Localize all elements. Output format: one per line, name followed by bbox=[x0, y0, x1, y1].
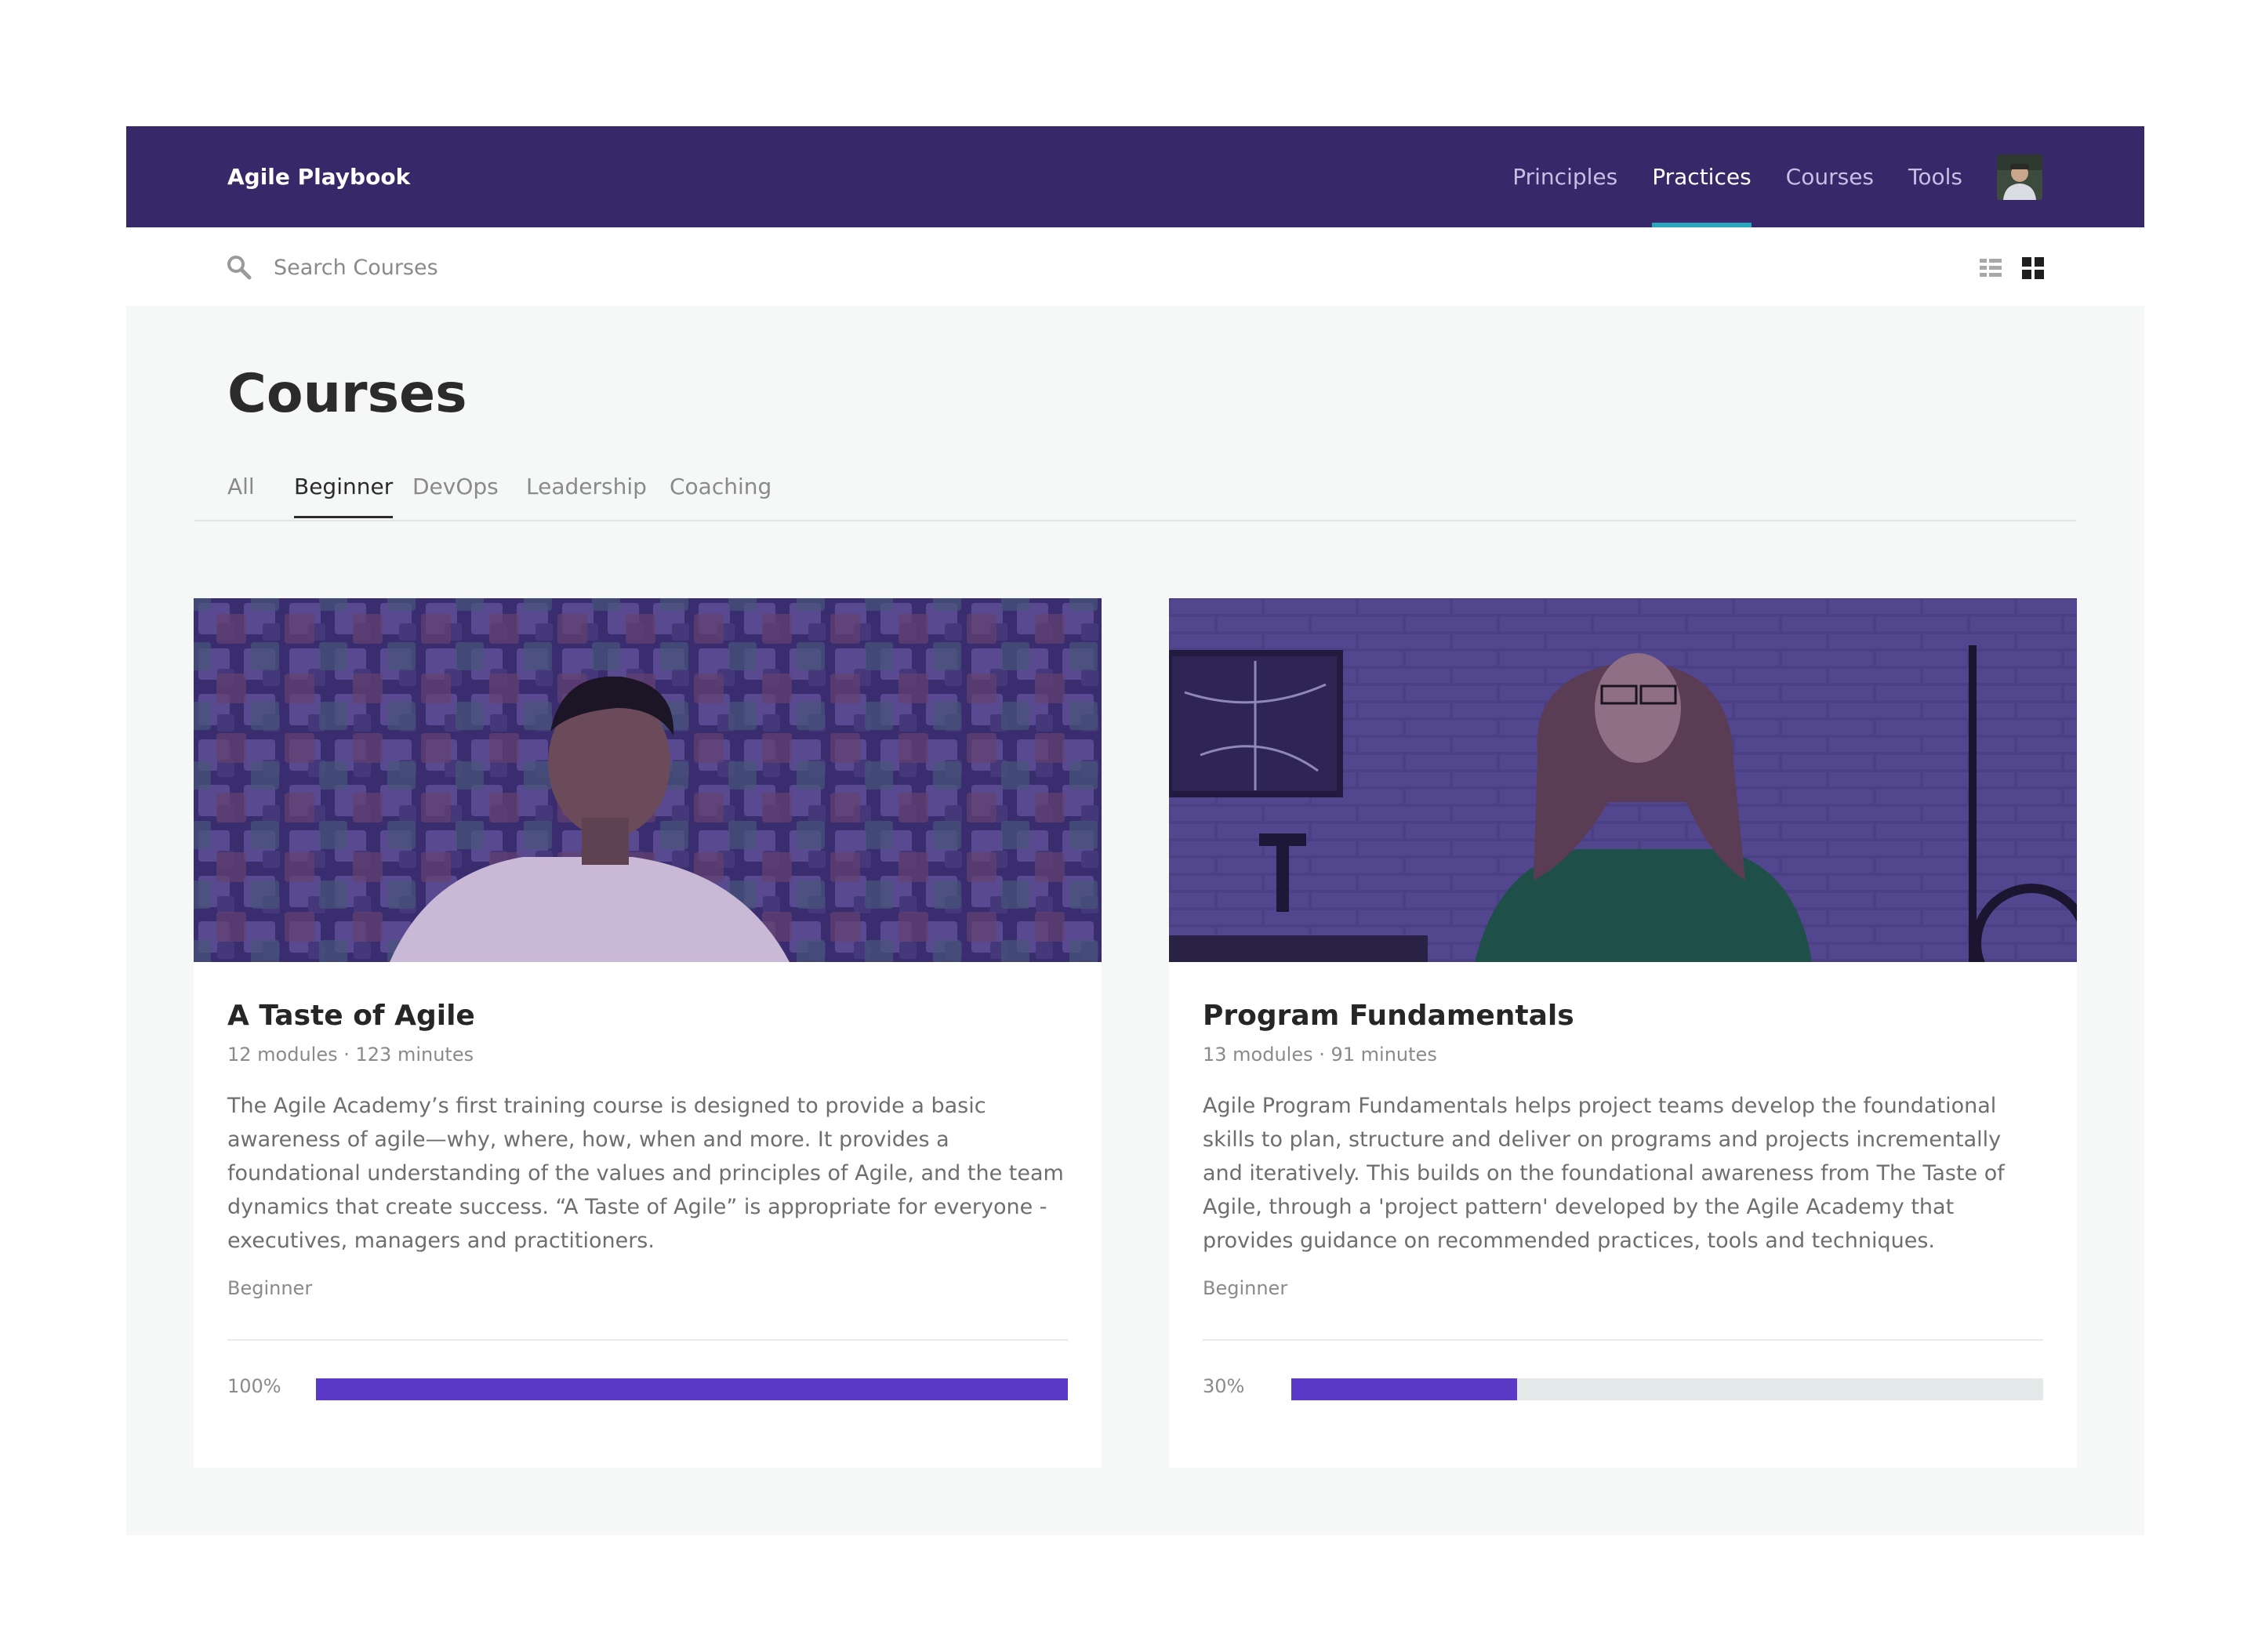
card-divider bbox=[227, 1339, 1068, 1341]
page-title: Courses bbox=[227, 363, 467, 425]
top-navigation-bar: Agile Playbook Principles Practices Cour… bbox=[126, 126, 2144, 227]
course-thumbnail[interactable] bbox=[1169, 598, 2077, 962]
nav-item-principles[interactable]: Principles bbox=[1512, 126, 1617, 227]
course-video-image bbox=[1169, 598, 2077, 962]
progress-label: 30% bbox=[1203, 1375, 1245, 1397]
course-description: The Agile Academy’s first training cours… bbox=[227, 1094, 1064, 1253]
course-card[interactable]: A Taste of Agile 12 modules · 123 minute… bbox=[194, 598, 1102, 1468]
tab-leadership[interactable]: Leadership bbox=[526, 471, 647, 518]
brand-logo[interactable]: Agile Playbook bbox=[227, 126, 410, 227]
progress-bar-fill bbox=[1291, 1378, 1517, 1400]
tab-devops[interactable]: DevOps bbox=[412, 471, 499, 518]
user-avatar[interactable] bbox=[1997, 154, 2042, 200]
tab-beginner[interactable]: Beginner bbox=[294, 471, 394, 518]
course-meta: 12 modules · 123 minutes bbox=[227, 1044, 474, 1066]
progress-label: 100% bbox=[227, 1375, 281, 1397]
tab-coaching[interactable]: Coaching bbox=[670, 471, 771, 518]
progress-bar bbox=[1291, 1378, 2043, 1400]
progress-bar-fill bbox=[316, 1378, 1068, 1400]
card-divider bbox=[1203, 1339, 2043, 1341]
nav-item-courses[interactable]: Courses bbox=[1786, 126, 1874, 227]
nav-item-practices[interactable]: Practices bbox=[1652, 126, 1752, 227]
course-title[interactable]: Program Fundamentals bbox=[1203, 1000, 1574, 1032]
progress-bar bbox=[316, 1378, 1068, 1400]
course-title[interactable]: A Taste of Agile bbox=[227, 1000, 475, 1032]
app-window: Agile Playbook Principles Practices Cour… bbox=[126, 126, 2144, 1535]
course-level: Beginner bbox=[227, 1277, 313, 1299]
list-view-icon[interactable] bbox=[1978, 255, 2003, 280]
search-bar bbox=[126, 227, 2144, 306]
search-icon bbox=[227, 256, 252, 280]
course-level: Beginner bbox=[1203, 1277, 1288, 1299]
course-meta: 13 modules · 91 minutes bbox=[1203, 1044, 1437, 1066]
user-avatar-icon bbox=[1997, 154, 2042, 200]
filter-tabs: All Beginner DevOps Leadership Coaching bbox=[194, 471, 2077, 521]
search-input[interactable] bbox=[272, 248, 824, 287]
tab-all[interactable]: All bbox=[227, 471, 255, 518]
main-nav: Principles Practices Courses Tools bbox=[1478, 126, 2042, 227]
nav-item-tools[interactable]: Tools bbox=[1908, 126, 1962, 227]
course-video-image bbox=[194, 598, 1102, 962]
course-description: Agile Program Fundamentals helps project… bbox=[1203, 1094, 2005, 1253]
course-thumbnail[interactable] bbox=[194, 598, 1102, 962]
grid-view-icon[interactable] bbox=[2020, 255, 2046, 280]
course-card[interactable]: Program Fundamentals 13 modules · 91 min… bbox=[1169, 598, 2077, 1468]
